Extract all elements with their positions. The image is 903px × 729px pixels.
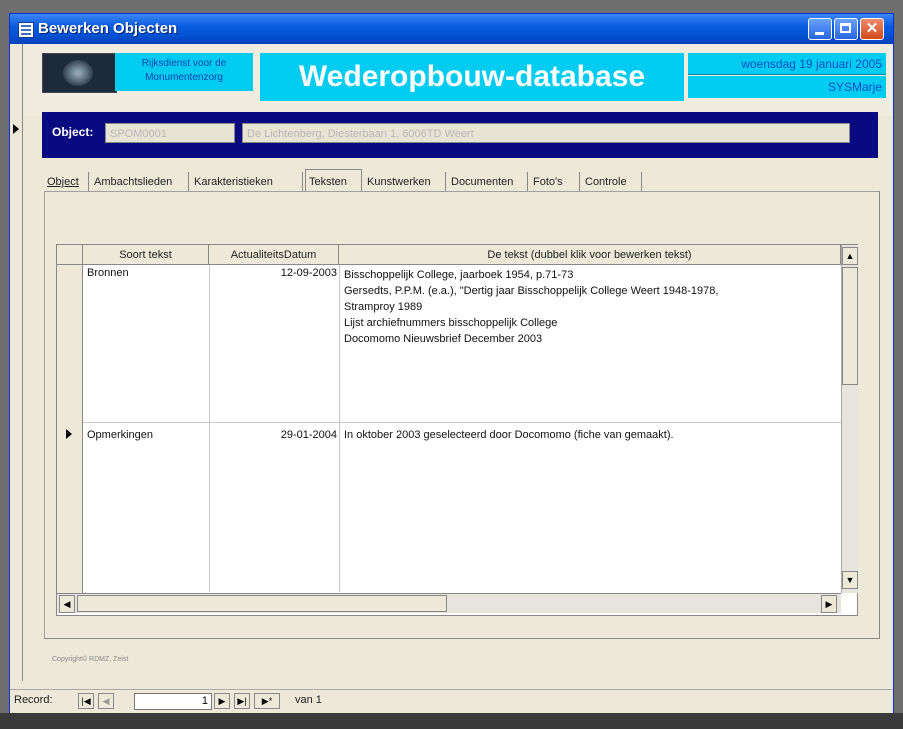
- org-line-2: Monumentenzorg: [145, 72, 223, 83]
- form-window: Bewerken Objecten ✕ Rijksdienst voor de …: [9, 13, 894, 714]
- vertical-scrollbar[interactable]: ▲ ▼: [841, 245, 858, 593]
- background-strip: [0, 713, 903, 729]
- org-line-1: Rijksdienst voor de: [141, 58, 227, 69]
- form-header: Rijksdienst voor de Monumentenzorg Weder…: [24, 44, 893, 116]
- last-record-button[interactable]: ▶|: [234, 693, 250, 709]
- tab-teksten[interactable]: Teksten: [305, 169, 362, 192]
- current-user: SYSMarje: [688, 76, 886, 98]
- record-selector[interactable]: [10, 116, 23, 681]
- record-pointer-icon: [13, 124, 19, 134]
- minimize-icon: [815, 32, 824, 35]
- tab-ambachtslieden[interactable]: Ambachtslieden: [91, 172, 189, 192]
- row-divider: [83, 422, 841, 423]
- table-cell-datum[interactable]: 29-01-2004: [209, 429, 337, 441]
- new-record-icon: ▶*: [261, 696, 273, 706]
- tekst-line: In oktober 2003 geselecteerd door Docomo…: [344, 429, 674, 441]
- maximize-button[interactable]: [834, 18, 858, 40]
- tab-object[interactable]: Object: [44, 172, 89, 192]
- close-icon: ✕: [865, 20, 879, 37]
- object-label: Object:: [52, 125, 94, 139]
- current-date: woensdag 19 januari 2005: [688, 53, 886, 75]
- scroll-down-button[interactable]: ▼: [842, 571, 858, 589]
- record-navigation-bar: Record: |◀ ◀ 1 ▶ ▶| ▶* van 1: [10, 689, 893, 714]
- previous-record-icon: ◀: [102, 696, 110, 706]
- tab-controle[interactable]: Controle: [582, 172, 642, 192]
- record-number-input[interactable]: 1: [134, 693, 212, 710]
- table-cell-soort[interactable]: Bronnen: [87, 267, 129, 279]
- tab-label: Documenten: [451, 176, 514, 188]
- column-header-soort[interactable]: Soort tekst: [83, 245, 209, 265]
- horizontal-scrollbar[interactable]: ◀ ▶: [57, 593, 841, 613]
- first-record-button[interactable]: |◀: [78, 693, 94, 709]
- select-all-corner[interactable]: [57, 245, 83, 265]
- row-selector[interactable]: [57, 265, 83, 423]
- tekst-line: Lijst archiefnummers bisschoppelijk Coll…: [344, 317, 558, 329]
- tekst-line: Stramproy 1989: [344, 301, 423, 313]
- scroll-left-button[interactable]: ◀: [59, 595, 75, 613]
- previous-record-button[interactable]: ◀: [98, 693, 114, 709]
- tab-label: Controle: [585, 176, 627, 188]
- database-title: Wederopbouw-database: [260, 53, 684, 101]
- row-selector[interactable]: [57, 423, 83, 593]
- arrow-left-icon: ◀: [63, 599, 71, 609]
- teksten-datasheet: Soort tekst ActualiteitsDatum De tekst (…: [56, 244, 858, 616]
- scroll-up-button[interactable]: ▲: [842, 247, 858, 265]
- object-bar: Object: SPOM0001 De Lichtenberg, Diester…: [42, 112, 878, 158]
- tab-fotos[interactable]: Foto's: [530, 172, 580, 192]
- tab-label: Foto's: [533, 176, 563, 188]
- record-pointer-icon: [66, 429, 72, 439]
- tab-documenten[interactable]: Documenten: [448, 172, 528, 192]
- new-record-button[interactable]: ▶*: [254, 693, 280, 709]
- scroll-right-button[interactable]: ▶: [821, 595, 837, 613]
- record-count: van 1: [295, 694, 322, 706]
- vertical-scroll-thumb[interactable]: [842, 267, 858, 385]
- rdmz-logo: [42, 53, 117, 93]
- next-record-icon: ▶: [218, 696, 226, 706]
- table-cell-soort[interactable]: Opmerkingen: [87, 429, 153, 441]
- tab-karakteristieken[interactable]: Karakteristieken: [191, 172, 303, 192]
- minimize-button[interactable]: [808, 18, 832, 40]
- tab-label: Kunstwerken: [367, 176, 431, 188]
- title-bar[interactable]: Bewerken Objecten ✕: [10, 14, 893, 44]
- column-divider: [339, 265, 340, 592]
- tab-label: Object: [47, 176, 79, 188]
- window-title: Bewerken Objecten: [38, 20, 178, 37]
- form-header-selector[interactable]: [10, 44, 23, 116]
- tekst-line: Gersedts, P.P.M. (e.a.), "Dertig jaar Bi…: [344, 285, 719, 297]
- last-record-icon: ▶|: [237, 696, 247, 706]
- next-record-button[interactable]: ▶: [214, 693, 230, 709]
- table-cell-tekst[interactable]: In oktober 2003 geselecteerd door Docomo…: [344, 429, 839, 441]
- copyright-text: Copyright© RDMZ, Zeist: [52, 656, 129, 663]
- close-button[interactable]: ✕: [860, 18, 884, 40]
- column-header-datum[interactable]: ActualiteitsDatum: [209, 245, 339, 265]
- tekst-line: Bisschoppelijk College, jaarboek 1954, p…: [344, 269, 574, 281]
- tab-kunstwerken[interactable]: Kunstwerken: [364, 172, 446, 192]
- object-code-field[interactable]: SPOM0001: [105, 123, 235, 143]
- object-address-field[interactable]: De Lichtenberg, Diesterbaan 1, 6006TD We…: [242, 123, 850, 143]
- arrow-up-icon: ▲: [845, 251, 855, 261]
- table-cell-datum[interactable]: 12-09-2003: [209, 267, 337, 279]
- tab-label: Ambachtslieden: [94, 176, 173, 188]
- table-icon: [18, 22, 34, 38]
- record-label: Record:: [14, 694, 53, 706]
- horizontal-scroll-thumb[interactable]: [77, 595, 447, 612]
- tab-label: Teksten: [309, 176, 347, 188]
- tab-label: Karakteristieken: [194, 176, 273, 188]
- arrow-down-icon: ▼: [845, 575, 855, 585]
- tekst-line: Docomomo Nieuwsbrief December 2003: [344, 333, 543, 345]
- arrow-right-icon: ▶: [825, 599, 833, 609]
- organisation-label: Rijksdienst voor de Monumentenzorg: [115, 53, 253, 91]
- first-record-icon: |◀: [81, 696, 91, 706]
- maximize-icon: [840, 23, 851, 33]
- column-header-tekst[interactable]: De tekst (dubbel klik voor bewerken teks…: [339, 245, 841, 265]
- table-cell-tekst[interactable]: Bisschoppelijk College, jaarboek 1954, p…: [344, 267, 839, 347]
